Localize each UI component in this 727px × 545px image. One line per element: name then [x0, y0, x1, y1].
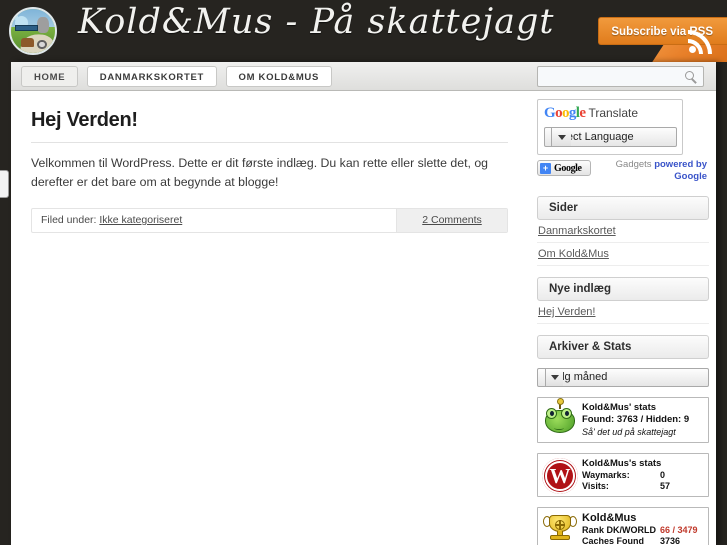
- waymarks-value: 0: [660, 470, 666, 480]
- rank-value: 66 / 3479: [660, 525, 698, 535]
- gadget-credit: Gadgets powered by Google: [591, 159, 707, 183]
- rank-title: Kold&Mus: [582, 512, 637, 524]
- google-letter-o2: o: [561, 105, 569, 121]
- site-header: Kold&Mus - På skattejagt Subscribe via R…: [0, 0, 727, 62]
- google-letter-o1: o: [555, 105, 562, 121]
- google-letter-e: e: [579, 105, 586, 121]
- visits-label: Visits:: [582, 481, 609, 491]
- google-letter-g: G: [544, 105, 556, 121]
- stats-widget-geocaching[interactable]: Kold&Mus' stats Found: 3763 / Hidden: 9 …: [537, 397, 709, 443]
- waymarking-w-icon: W: [542, 458, 578, 494]
- comments-link[interactable]: 2 Comments: [422, 214, 482, 226]
- add-to-google-button[interactable]: + Google: [537, 160, 591, 176]
- google-gadget-footer: + Google Gadgets powered by Google: [537, 159, 707, 185]
- logo-cat-icon: [37, 16, 49, 33]
- rss-icon: [687, 25, 717, 55]
- logo-treasure-chest-icon: [20, 38, 34, 47]
- nav-item-om-koldmus[interactable]: OM KOLD&MUS: [225, 66, 333, 87]
- stats-subtitle: Så' det ud på skattejagt: [582, 427, 676, 437]
- main-content: Hej Verden! Velkommen til WordPress. Det…: [11, 91, 528, 545]
- nav-item-home[interactable]: HOME: [21, 66, 79, 87]
- frog-icon: [542, 398, 578, 438]
- post-meta-bar: Filed under: Ikke kategoriseret 2 Commen…: [31, 208, 508, 233]
- stats-title: Kold&Mus' stats: [582, 402, 657, 413]
- add-google-label: Google: [554, 163, 582, 174]
- sidebar-item-om-koldmus[interactable]: Om Kold&Mus: [537, 243, 709, 266]
- visits-value: 57: [660, 481, 671, 491]
- caches-found-row: Caches Found 3736: [582, 536, 704, 545]
- trophy-icon: [542, 512, 578, 545]
- waymarks-label: Waymarks:: [582, 470, 630, 480]
- waymarking-row-waymarks: Waymarks: 0: [582, 470, 704, 481]
- gadget-credit-link[interactable]: powered by Google: [654, 159, 707, 182]
- google-translate-widget[interactable]: Google Translate Select Language: [537, 99, 683, 155]
- sidebar-item-danmarkskortet[interactable]: Danmarkskortet: [537, 220, 709, 243]
- sidebar: Google Translate Select Language + Google…: [530, 91, 716, 545]
- rss-subscribe-area[interactable]: Subscribe via RSS: [598, 17, 727, 62]
- rank-row: Rank DK/WORLD 66 / 3479: [582, 525, 704, 536]
- logo-sign: [15, 24, 39, 31]
- waymarking-title: Kold&Mus's stats: [582, 458, 662, 469]
- sidebar-heading-pages: Sider: [537, 196, 709, 220]
- filed-under: Filed under: Ikke kategoriseret: [41, 214, 182, 226]
- comments-cell[interactable]: 2 Comments: [396, 209, 507, 232]
- category-link[interactable]: Ikke kategoriseret: [99, 214, 182, 226]
- google-letter-g2: g: [568, 105, 576, 121]
- sidebar-item-hej-verden[interactable]: Hej Verden!: [537, 301, 709, 324]
- chevron-down-icon[interactable]: [545, 369, 563, 386]
- search-box[interactable]: [537, 66, 704, 87]
- archive-month-select[interactable]: Vælg måned: [537, 368, 709, 387]
- page-title: Hej Verden!: [31, 109, 508, 143]
- main-navigation-bar: HOME DANMARKSKORTET OM KOLD&MUS: [11, 62, 716, 91]
- site-logo-icon[interactable]: [9, 7, 57, 55]
- stats-widget-waymarking[interactable]: W Kold&Mus's stats Waymarks: 0 Visits: 57: [537, 453, 709, 497]
- search-input[interactable]: [543, 67, 678, 86]
- chevron-down-icon[interactable]: [551, 128, 571, 146]
- left-edge-tab[interactable]: [0, 170, 9, 198]
- stats-found-hidden: Found: 3763 / Hidden: 9: [582, 414, 690, 425]
- translate-label: Translate: [588, 106, 639, 120]
- filed-under-label: Filed under:: [41, 214, 97, 226]
- sidebar-heading-recent-posts: Nye indlæg: [537, 277, 709, 301]
- caches-found-value: 3736: [660, 536, 681, 545]
- waymarking-row-visits: Visits: 57: [582, 481, 704, 492]
- search-icon[interactable]: [685, 71, 697, 84]
- plus-icon: +: [540, 163, 551, 174]
- language-select[interactable]: Select Language: [544, 127, 677, 147]
- gadget-credit-prefix: Gadgets: [615, 159, 655, 170]
- stats-widget-rank[interactable]: Kold&Mus Rank DK/WORLD 66 / 3479 Caches F…: [537, 507, 709, 545]
- sidebar-heading-archives: Arkiver & Stats: [537, 335, 709, 359]
- rank-label: Rank DK/WORLD: [582, 525, 656, 535]
- nav-list: HOME DANMARKSKORTET OM KOLD&MUS: [21, 66, 336, 87]
- site-title[interactable]: Kold&Mus - På skattejagt: [78, 2, 555, 42]
- nav-item-danmarkskortet[interactable]: DANMARKSKORTET: [86, 66, 218, 87]
- caches-found-label: Caches Found: [582, 536, 645, 545]
- post-body-text: Velkommen til WordPress. Dette er dit fø…: [31, 156, 489, 189]
- google-logo-icon: Google Translate: [544, 105, 676, 122]
